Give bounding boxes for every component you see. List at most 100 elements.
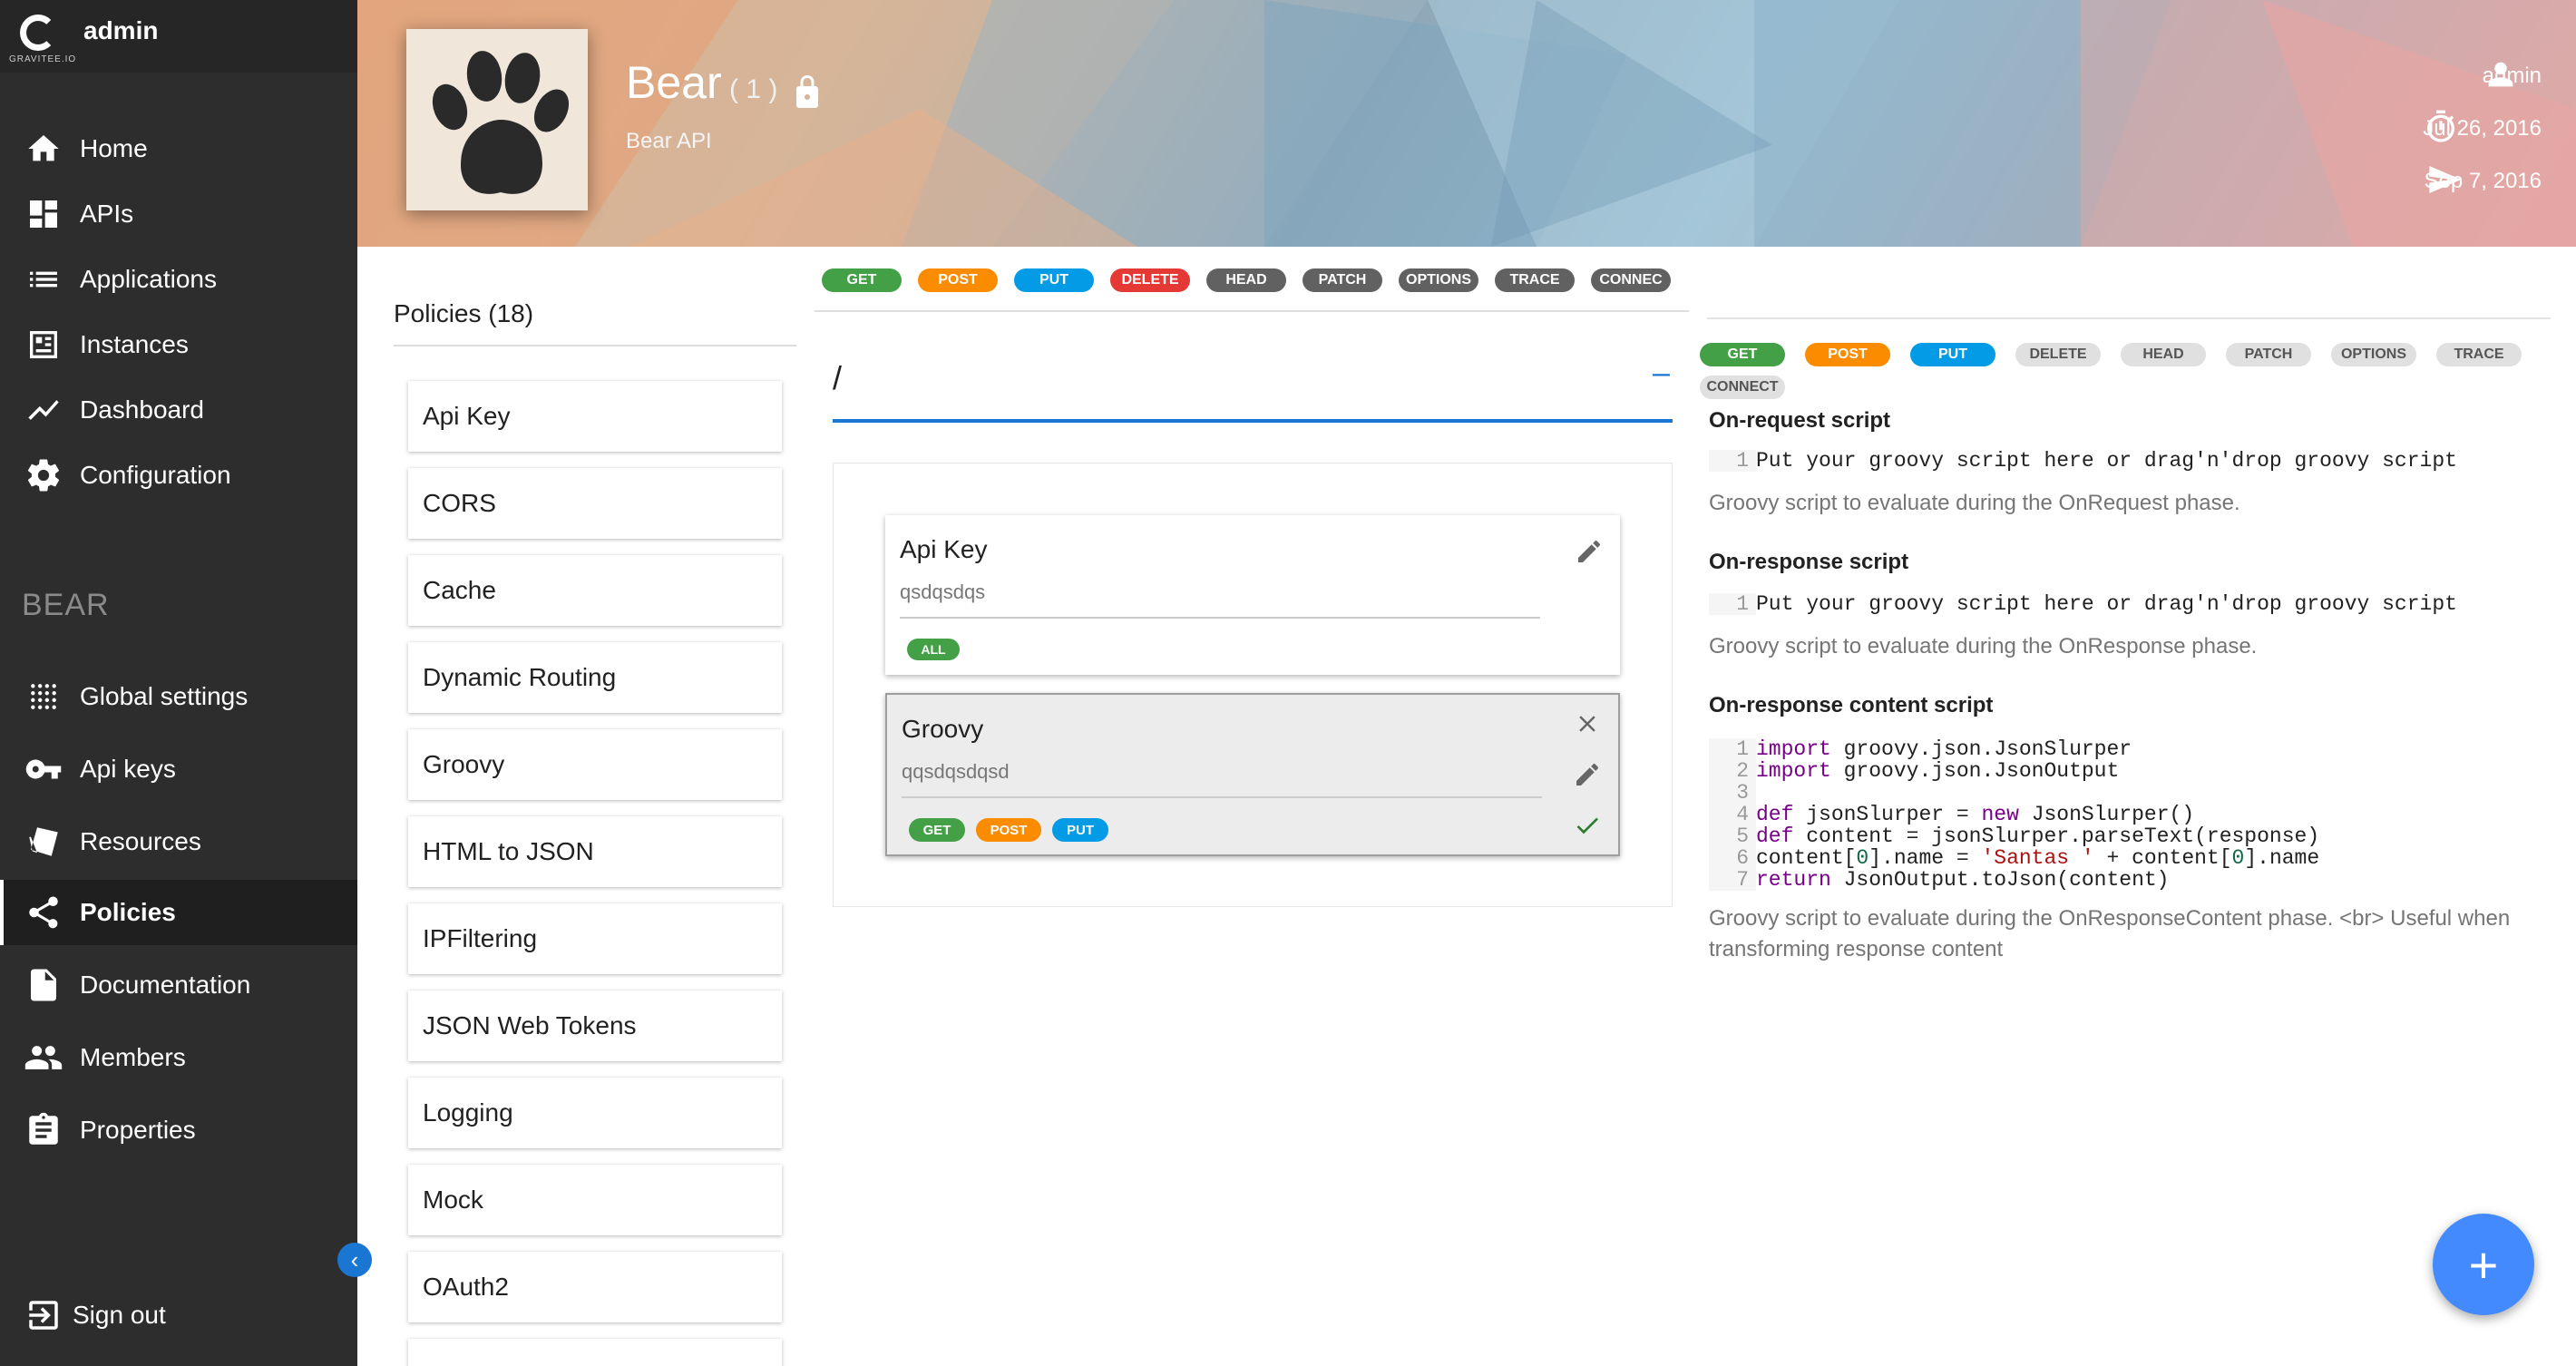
nav-label: Home [80,134,148,162]
policy-item-cache[interactable]: Cache [408,555,782,626]
policy-item-html-to-json[interactable]: HTML to JSON [408,816,782,887]
divider [815,310,1689,312]
flow-card-description[interactable]: qqsdqsdqsd [902,760,1010,784]
on-request-title: On-request script [1709,408,1891,433]
api-picture[interactable] [406,29,588,210]
method-toggle-delete[interactable]: DELETE [2015,343,2101,366]
flow-card-groovy[interactable]: Groovy qqsdqsdqsd GET POST PUT [885,693,1620,856]
method-toggle-options[interactable]: OPTIONS [2331,343,2416,366]
method-toggle-delete[interactable]: DELETE [1110,268,1190,292]
groovy-methods-selector: GET POST PUT DELETE HEAD PATCH OPTIONS TRACE CON… [1700,343,2561,399]
collapse-path-button[interactable]: – [1653,356,1670,391]
flow-card-title: Api Key [900,535,988,563]
policy-item-groovy[interactable]: Groovy [408,729,782,800]
divider [900,617,1540,619]
method-toggle-connec[interactable]: CONNEC [1591,268,1671,292]
nav-policies[interactable]: Policies [0,880,357,945]
close-icon[interactable] [1571,707,1604,740]
flow-card-api-key[interactable]: Api Key qsdqsdqs ALL [885,515,1620,675]
path-value[interactable]: / [833,359,842,397]
api-section-title: BEAR [22,588,110,622]
nav-label: Instances [80,330,189,358]
method-toggle-get[interactable]: GET [822,268,902,292]
method-toggle-put[interactable]: PUT [1910,343,1995,366]
method-toggle-post[interactable]: POST [918,268,998,292]
sidebar: GRAVITEE.IO admin Home APIs Applications… [0,0,357,1366]
nav-label: Policies [80,898,176,926]
document-icon [24,965,63,1005]
method-toggle-options[interactable]: OPTIONS [1399,268,1478,292]
method-badge: ALL [907,639,960,660]
dots-grid-icon [24,677,63,717]
current-user[interactable]: admin [83,16,158,45]
nav-sign-out[interactable]: Sign out [0,1283,357,1348]
policy-item-dynamic-routing[interactable]: Dynamic Routing [408,642,782,713]
nav-label: Global settings [80,682,249,710]
nav-apis[interactable]: APIs [0,181,357,247]
add-policy-button[interactable]: + [2433,1214,2534,1315]
plus-icon: + [2468,1235,2499,1293]
sign-out-icon [24,1295,63,1335]
method-toggle-trace[interactable]: TRACE [2436,343,2522,366]
nav-global-settings[interactable]: Global settings [0,664,357,729]
method-toggle-patch[interactable]: PATCH [2226,343,2311,366]
on-response-content-title: On-response content script [1709,693,1994,717]
divider [1707,317,2551,319]
nav-properties[interactable]: Properties [0,1098,357,1163]
method-toggle-connect[interactable]: CONNECT [1700,376,1785,399]
policy-item-api-key[interactable]: Api Key [408,381,782,452]
gear-icon [24,455,63,495]
nav-home[interactable]: Home [0,116,357,181]
nav-instances[interactable]: Instances [0,312,357,377]
policy-item-json-web-tokens[interactable]: JSON Web Tokens [408,990,782,1061]
key-icon [24,749,63,789]
people-icon [24,1038,63,1078]
check-icon[interactable] [1571,809,1604,842]
header-background [357,0,2576,247]
collapse-sidebar-button[interactable]: ‹ [337,1243,372,1277]
policies-title: Policies (18) [394,299,534,327]
policy-item-ipfiltering[interactable]: IPFiltering [408,903,782,974]
divider [902,796,1542,798]
line-number: 1 [1709,450,1756,472]
method-toggle-head[interactable]: HEAD [2121,343,2206,366]
policy-item-mock[interactable]: Mock [408,1165,782,1235]
api-name: Bear [626,57,722,108]
flow-card-methods: ALL [907,639,960,660]
method-toggle-patch[interactable]: PATCH [1303,268,1382,292]
policy-item-oauth2[interactable]: OAuth2 [408,1252,782,1322]
method-toggle-head[interactable]: HEAD [1206,268,1286,292]
policy-item-logging[interactable]: Logging [408,1078,782,1148]
flow-card-description[interactable]: qsdqsdqs [900,581,985,604]
policy-item-partial[interactable] [408,1339,782,1366]
gravitee-logo-icon[interactable] [20,15,56,51]
on-request-editor[interactable]: 1 Put your groovy script here or drag'n'd… [1709,450,2552,472]
line-number: 1 [1709,593,1756,615]
nav-members[interactable]: Members [0,1025,357,1090]
nav-dashboard[interactable]: Dashboard [0,377,357,443]
bear-paw-icon [432,51,570,194]
nav-api-keys[interactable]: Api keys [0,737,357,802]
api-version: ( 1 ) [729,74,778,104]
on-response-content-editor[interactable]: 1 import groovy.json.JsonSlurper 2 import … [1709,738,2552,891]
edit-icon[interactable] [1571,758,1604,791]
method-toggle-put[interactable]: PUT [1014,268,1094,292]
nav-configuration[interactable]: Configuration [0,443,357,508]
code-line: Put your groovy script here or drag'n'dr… [1756,592,2457,616]
method-toggle-post[interactable]: POST [1805,343,1890,366]
nav-documentation[interactable]: Documentation [0,952,357,1018]
edit-icon[interactable] [1573,535,1605,568]
method-toggle-get[interactable]: GET [1700,343,1785,366]
on-response-editor[interactable]: 1 Put your groovy script here or drag'n'd… [1709,593,2552,615]
nav-label: Dashboard [80,395,204,424]
nav-resources[interactable]: Resources [0,809,357,874]
method-toggle-trace[interactable]: TRACE [1495,268,1575,292]
flow-card-methods: GET POST PUT [909,818,1108,842]
method-badge: PUT [1052,818,1108,842]
on-request-hint: Groovy script to evaluate during the OnR… [1709,491,2240,515]
nav-label: Properties [80,1116,196,1144]
policy-item-cors[interactable]: CORS [408,468,782,539]
path-underline [833,419,1673,423]
nav-applications[interactable]: Applications [0,247,357,312]
divider [394,345,796,346]
